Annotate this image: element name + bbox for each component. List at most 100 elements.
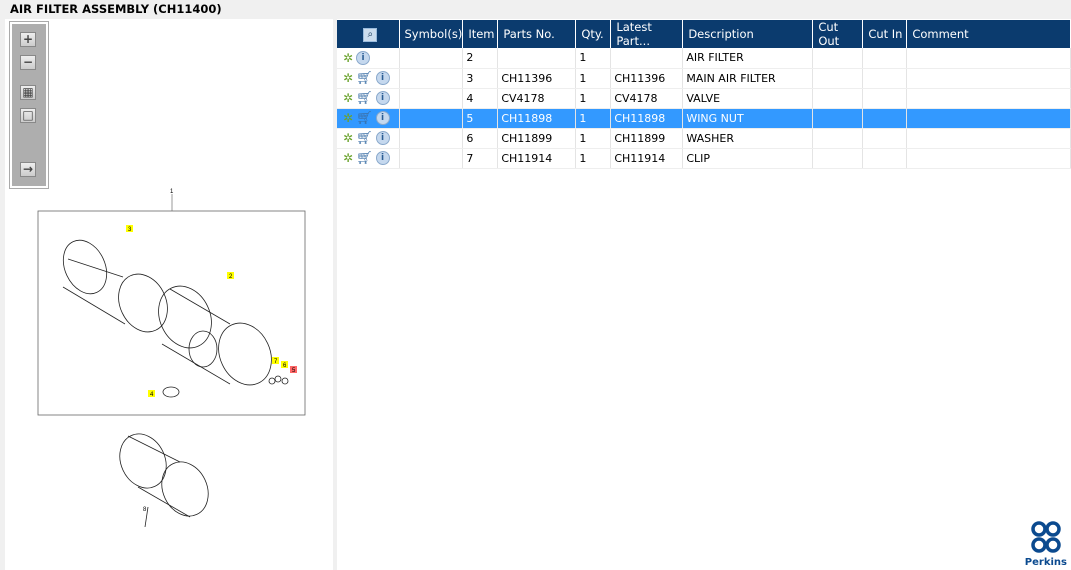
comment-cell (906, 148, 1071, 169)
cut-out-cell (812, 88, 864, 109)
cut-out-cell (812, 128, 864, 149)
part-number-cell: CH11396 (497, 68, 577, 89)
callout-1: 1 (170, 189, 174, 195)
part-number-cell: CV4178 (497, 88, 577, 109)
part-number-cell: CH11899 (497, 128, 577, 149)
cut-out-cell (812, 148, 864, 169)
perkins-emblem-icon (1031, 521, 1061, 553)
qty-cell: 1 (575, 128, 612, 149)
table-row[interactable]: ✲ 🛒︎ i 3 CH11396 1 CH11396 MAIN AIR FILTER (337, 68, 1071, 89)
latest-part-cell: CH11899 (610, 128, 684, 149)
comment-cell (906, 128, 1071, 149)
row-actions: ✲ 🛒︎ i (337, 148, 400, 169)
latest-part-cell: CH11898 (610, 108, 684, 129)
column-header-symbols[interactable]: Symbol(s) (399, 20, 464, 48)
column-header-cut-out[interactable]: Cut Out (812, 20, 864, 48)
perkins-logo: Perkins (1025, 520, 1067, 568)
latest-part-cell: CH11914 (610, 148, 684, 169)
comment-cell (906, 88, 1071, 109)
symbols-cell (399, 108, 464, 129)
symbols-cell (399, 48, 464, 69)
row-actions: ✲ 🛒︎ i (337, 68, 400, 89)
column-header-latest-part[interactable]: Latest Part... (610, 20, 684, 48)
cart-icon[interactable]: 🛒︎ (356, 151, 373, 166)
gear-icon[interactable]: ✲ (343, 71, 353, 85)
parts-list-panel: ⌕ Symbol(s) Item Parts No. Qty. Latest P… (337, 19, 1071, 570)
cut-in-cell (862, 128, 908, 149)
qty-cell: 1 (575, 88, 612, 109)
column-header-comment[interactable]: Comment (906, 20, 1071, 48)
latest-part-cell: CV4178 (610, 88, 684, 109)
table-row[interactable]: ✲ 🛒︎ i 5 CH11898 1 CH11898 WING NUT (337, 108, 1071, 129)
row-actions: ✲ 🛒︎ i (337, 108, 400, 129)
info-icon[interactable]: i (375, 91, 390, 105)
comment-cell (906, 68, 1071, 89)
item-cell: 5 (462, 108, 499, 129)
table-row[interactable]: ✲ i 2 1 AIR FILTER (337, 48, 1071, 69)
symbols-cell (399, 128, 464, 149)
cut-in-cell (862, 108, 908, 129)
cut-in-cell (862, 68, 908, 89)
cut-out-cell (812, 108, 864, 129)
item-cell: 3 (462, 68, 499, 89)
latest-part-cell (610, 48, 684, 69)
cut-in-cell (862, 48, 908, 69)
item-cell: 2 (462, 48, 499, 69)
row-actions: ✲ 🛒︎ i (337, 128, 400, 149)
description-cell: CLIP (682, 148, 814, 169)
info-icon[interactable]: i (375, 131, 390, 145)
table-row[interactable]: ✲ 🛒︎ i 6 CH11899 1 CH11899 WASHER (337, 128, 1071, 149)
callout-8: 8 (143, 507, 147, 513)
part-number-cell: CH11898 (497, 108, 577, 129)
row-actions: ✲ 🛒︎ i (337, 88, 400, 109)
latest-part-cell: CH11396 (610, 68, 684, 89)
qty-cell: 1 (575, 148, 612, 169)
cart-icon[interactable]: 🛒︎ (356, 71, 373, 86)
exploded-diagram: 1 3 2 7 6 5 4 8 (37, 189, 306, 528)
row-actions: ✲ i (337, 48, 400, 69)
cut-out-cell (812, 48, 864, 69)
description-cell: MAIN AIR FILTER (682, 68, 814, 89)
parts-table: ⌕ Symbol(s) Item Parts No. Qty. Latest P… (337, 20, 1071, 169)
item-cell: 4 (462, 88, 499, 109)
comment-cell (906, 108, 1071, 129)
item-cell: 7 (462, 148, 499, 169)
gear-icon[interactable]: ✲ (343, 111, 353, 125)
comment-cell (906, 48, 1071, 69)
description-cell: WING NUT (682, 108, 814, 129)
column-header-qty[interactable]: Qty. (575, 20, 612, 48)
magnifier-icon: ⌕ (363, 28, 378, 42)
symbols-cell (399, 148, 464, 169)
qty-cell: 1 (575, 108, 612, 129)
info-icon[interactable]: i (375, 151, 390, 165)
gear-icon[interactable]: ✲ (343, 131, 353, 145)
gear-icon[interactable]: ✲ (343, 91, 353, 105)
column-header-parts-no[interactable]: Parts No. (497, 20, 577, 48)
description-cell: VALVE (682, 88, 814, 109)
qty-cell: 1 (575, 68, 612, 89)
info-icon[interactable]: i (375, 111, 390, 125)
symbols-cell (399, 88, 464, 109)
column-header-search[interactable]: ⌕ (337, 20, 400, 48)
column-header-description[interactable]: Description (682, 20, 814, 48)
diagram-panel: + − ▦ □ → 1 3 2 7 6 5 4 8 (5, 19, 333, 570)
part-number-cell (497, 48, 577, 69)
description-cell: WASHER (682, 128, 814, 149)
info-icon[interactable]: i (375, 71, 390, 85)
logo-text: Perkins (1024, 557, 1067, 568)
column-header-cut-in[interactable]: Cut In (862, 20, 908, 48)
table-header: ⌕ Symbol(s) Item Parts No. Qty. Latest P… (337, 20, 1071, 48)
column-header-item[interactable]: Item (462, 20, 499, 48)
page-title: AIR FILTER ASSEMBLY (CH11400) (10, 2, 222, 16)
table-row[interactable]: ✲ 🛒︎ i 4 CV4178 1 CV4178 VALVE (337, 88, 1071, 109)
cart-icon[interactable]: 🛒︎ (356, 111, 373, 126)
cart-icon[interactable]: 🛒︎ (356, 131, 373, 146)
symbols-cell (399, 68, 464, 89)
info-icon[interactable]: i (356, 50, 371, 65)
cart-icon[interactable]: 🛒︎ (356, 91, 373, 106)
qty-cell: 1 (575, 48, 612, 69)
table-row[interactable]: ✲ 🛒︎ i 7 CH11914 1 CH11914 CLIP (337, 148, 1071, 169)
cut-out-cell (812, 68, 864, 89)
gear-icon[interactable]: ✲ (343, 151, 353, 165)
gear-icon[interactable]: ✲ (343, 51, 353, 65)
